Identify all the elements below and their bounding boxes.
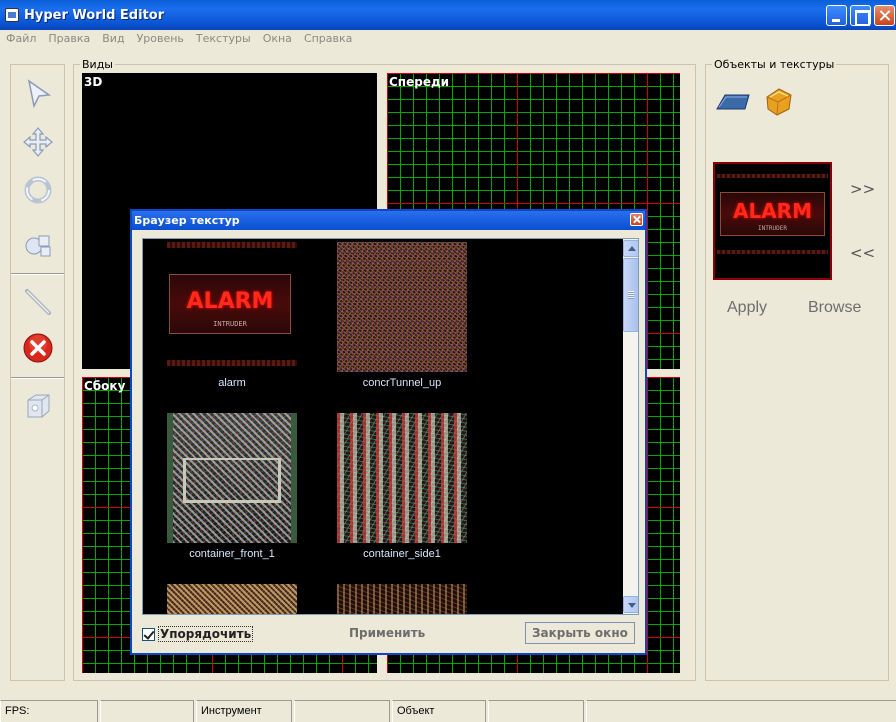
next-texture-button[interactable]: >> — [850, 180, 875, 198]
menu-help[interactable]: Справка — [304, 30, 352, 48]
browse-button[interactable]: Browse — [808, 299, 861, 317]
status-tool-label: Инструмент — [196, 700, 292, 722]
menu-windows[interactable]: Окна — [263, 30, 292, 48]
texture-thumb-partial — [167, 584, 297, 614]
preview-alarm-sub: INTRUDER — [758, 225, 787, 232]
rotate-scale-icon[interactable] — [21, 227, 55, 261]
scroll-thumb[interactable] — [623, 258, 638, 332]
plane-object-icon[interactable] — [715, 89, 751, 113]
menu-edit[interactable]: Правка — [48, 30, 90, 48]
menu-bar: Файл Правка Вид Уровень Текстуры Окна Сп… — [0, 30, 896, 48]
recycle-icon[interactable] — [21, 173, 55, 207]
menu-view[interactable]: Вид — [102, 30, 124, 48]
texture-name: alarm — [218, 377, 246, 389]
texture-browser-dialog: Браузер текстур ALARM INTRUDER alarm con… — [130, 209, 647, 655]
dialog-title-bar[interactable]: Браузер текстур — [132, 211, 645, 230]
cube-object-icon[interactable] — [763, 85, 795, 117]
menu-textures[interactable]: Текстуры — [196, 30, 251, 48]
menu-file[interactable]: Файл — [6, 30, 36, 48]
thumb-alarm-word: ALARM — [186, 289, 274, 314]
viewport-3d-label: 3D — [84, 75, 103, 89]
apply-button[interactable]: Apply — [727, 299, 767, 317]
close-dialog-button[interactable]: Закрыть окно — [525, 622, 635, 644]
texture-name: concrTunnel_up — [362, 377, 442, 389]
status-bar: FPS: Инструмент Объект — [0, 700, 896, 722]
prev-texture-button[interactable]: << — [850, 244, 875, 262]
texture-thumb-container-front — [167, 413, 297, 543]
status-spacer — [586, 700, 896, 722]
sort-checkbox-label[interactable]: Упорядочить — [158, 626, 254, 642]
title-bar[interactable]: Hyper World Editor — [0, 0, 896, 30]
texture-name: container_front_1 — [189, 548, 275, 560]
texture-list[interactable]: ALARM INTRUDER alarm concrTunnel_up cont… — [142, 238, 639, 615]
preview-alarm-word: ALARM — [732, 199, 812, 223]
thumb-alarm-sub: INTRUDER — [213, 320, 247, 328]
texture-name: container_side1 — [363, 548, 441, 560]
minimize-button[interactable] — [826, 5, 847, 26]
app-icon — [5, 8, 19, 22]
toolbar-separator — [11, 273, 64, 275]
texture-preview: ALARM INTRUDER — [713, 162, 832, 280]
scroll-up-icon[interactable] — [623, 240, 638, 257]
status-fps: FPS: — [0, 700, 98, 722]
viewport-front-label: Спереди — [389, 75, 450, 89]
objects-panel-label: Объекты и текстуры — [712, 58, 837, 71]
close-window-button[interactable] — [874, 5, 895, 26]
texture-thumb-partial — [337, 584, 467, 614]
tool-palette — [10, 64, 65, 681]
delete-x-icon[interactable] — [21, 331, 55, 365]
texture-thumb-concrtunnel — [337, 242, 467, 372]
sort-checkbox[interactable] — [142, 628, 155, 641]
viewport-side-label: Сбоку — [84, 379, 126, 393]
alarm-preview-image: ALARM INTRUDER — [717, 174, 828, 254]
pencil-icon[interactable] — [21, 285, 55, 319]
scroll-down-icon[interactable] — [623, 596, 638, 613]
status-fps-value — [100, 700, 194, 722]
texture-list-scrollbar[interactable] — [623, 239, 638, 614]
status-object-label: Объект — [392, 700, 486, 722]
apply-texture-button[interactable]: Применить — [349, 626, 425, 640]
objects-textures-panel: Объекты и текстуры — [705, 58, 889, 681]
select-arrow-icon[interactable] — [21, 77, 55, 111]
views-group-label: Виды — [80, 58, 115, 71]
texture-thumb-alarm: ALARM INTRUDER — [167, 242, 297, 372]
dialog-title: Браузер текстур — [134, 214, 240, 227]
toolbar-separator — [11, 377, 64, 379]
maximize-button[interactable] — [850, 5, 871, 26]
status-tool-value — [294, 700, 390, 722]
move-cross-icon[interactable] — [21, 125, 55, 159]
cube-icon[interactable] — [21, 389, 55, 423]
window-title: Hyper World Editor — [24, 8, 165, 23]
texture-thumb-container-side — [337, 413, 467, 543]
status-object-value — [488, 700, 584, 722]
dialog-close-icon[interactable] — [630, 213, 643, 226]
menu-level[interactable]: Уровень — [137, 30, 184, 48]
